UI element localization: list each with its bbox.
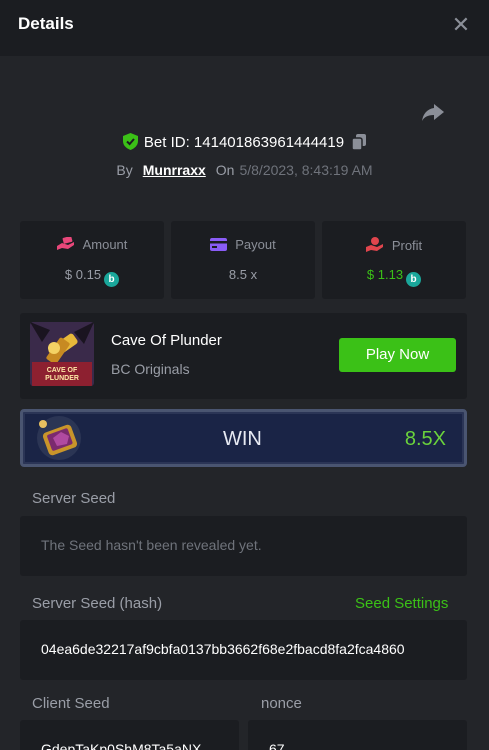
coin-icon: b [406,272,422,287]
server-seed-label: Server Seed [32,490,116,507]
payout-label: Payout [235,237,276,252]
profit-label-row: Profit [322,237,466,253]
game-provider: BC Originals [111,361,190,377]
server-seed-value: The Seed hasn't been revealed yet. [41,537,262,553]
details-header: Details ✕ [0,0,489,56]
profit-label: Profit [391,238,423,253]
game-name[interactable]: Cave Of Plunder [111,332,222,349]
play-now-button[interactable]: Play Now [339,338,456,372]
amount-value-row: $ 0.15 b [20,267,164,287]
payout-stat: Payout 8.5 x [171,221,315,299]
payout-value: 8.5 x [228,267,258,282]
copy-icon[interactable] [351,134,367,154]
by-label: By [116,162,133,178]
profit-value: $ 1.13 [366,267,404,282]
server-seed-hash-box[interactable]: 04ea6de32217af9cbfa0137bb3662f68e2fbacd8… [20,620,467,680]
server-seed-hash-label: Server Seed (hash) [32,595,163,612]
nonce-value: 67 [269,741,285,750]
game-thumbnail[interactable]: CAVE OF PLUNDER [30,322,94,386]
username-link[interactable]: Munrraxx [143,162,206,178]
profit-hand-icon [365,237,383,252]
gem-icon [31,412,93,464]
client-seed-label: Client Seed [32,695,110,712]
on-label: On [215,162,235,178]
close-icon[interactable]: ✕ [450,12,472,38]
bet-id-row: Bet ID: 141401863961444419 [0,133,489,154]
result-banner: WIN 8.5X [20,409,467,467]
amount-label: Amount [82,237,128,252]
server-seed-box: The Seed hasn't been revealed yet. [20,516,467,576]
coin-icon: b [104,272,120,287]
game-thumb-text: PLUNDER [45,375,79,382]
bet-byline: By Munrraxx On 5/8/2023, 8:43:19 AM [0,162,489,178]
details-title: Details [18,14,74,33]
amount-label-row: Amount [20,236,164,252]
verified-shield-icon [122,133,138,154]
money-hand-icon [56,236,74,250]
seed-settings-link[interactable]: Seed Settings [355,595,448,612]
bet-date: 5/8/2023, 8:43:19 AM [239,162,373,178]
client-seed-box[interactable]: GdepTaKp0ShM8Ta5aNX [20,720,239,750]
nonce-box[interactable]: 67 [248,720,467,750]
nonce-label: nonce [261,695,302,712]
result-multiplier: 8.5X [404,428,446,450]
client-seed-value: GdepTaKp0ShM8Ta5aNX [41,741,202,750]
bet-id: Bet ID: 141401863961444419 [143,134,345,151]
payout-label-row: Payout [171,237,315,252]
amount-value: $ 0.15 [64,267,102,282]
game-thumb-text: CAVE OF [47,367,78,374]
profit-stat: Profit $ 1.13 b [322,221,466,299]
game-card: CAVE OF PLUNDER Cave Of Plunder BC Origi… [20,313,467,399]
card-icon [210,238,228,251]
server-seed-hash-value: 04ea6de32217af9cbfa0137bb3662f68e2fbacd8… [41,641,405,657]
share-icon[interactable] [420,100,446,124]
profit-value-row: $ 1.13 b [322,267,466,287]
amount-stat: Amount $ 0.15 b [20,221,164,299]
result-label: WIN [223,428,262,450]
